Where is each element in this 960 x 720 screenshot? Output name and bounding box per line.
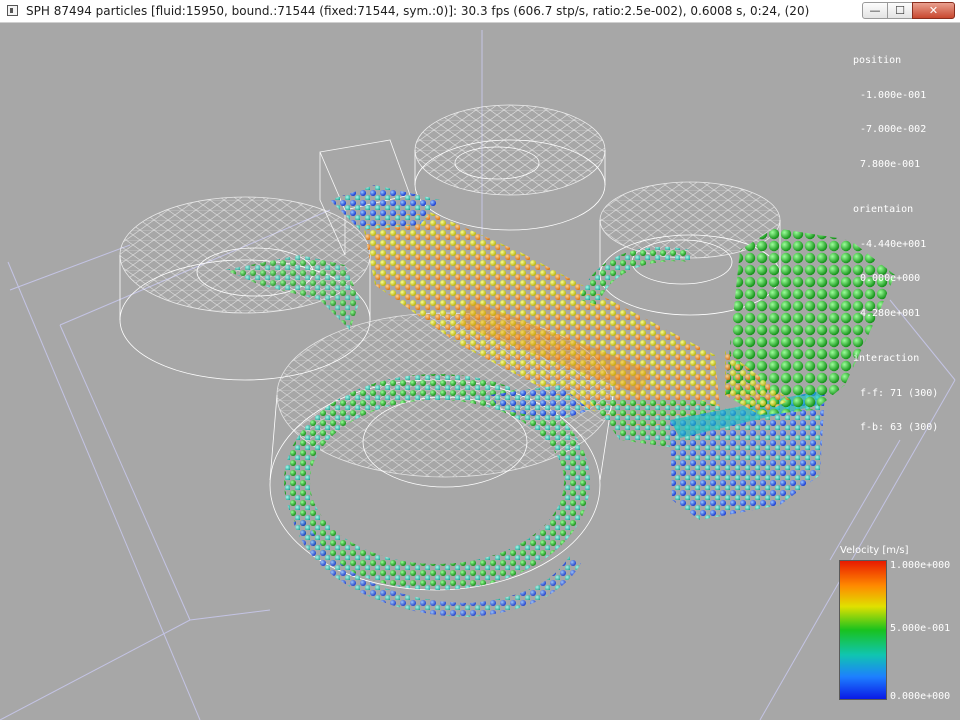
- maximize-button[interactable]: ☐: [887, 2, 913, 19]
- orientation-label: orientaion: [853, 204, 914, 215]
- orientation-x: -4.440e+001: [860, 238, 927, 250]
- legend-mid-label: 5.000e-001: [890, 623, 951, 634]
- application-window: SPH 87494 particles [fluid:15950, bound.…: [0, 0, 960, 720]
- interaction-fb: f-b: 63 (300): [860, 422, 939, 433]
- close-icon: ✕: [928, 4, 939, 17]
- velocity-colorbar: [839, 560, 887, 700]
- legend-title: Velocity [m/s]: [840, 545, 909, 556]
- window-title: SPH 87494 particles [fluid:15950, bound.…: [26, 4, 810, 18]
- maximize-icon: ☐: [895, 4, 905, 17]
- simulation-viewport[interactable]: position -1.000e-001 -7.000e-002 7.800e-…: [0, 23, 960, 720]
- minimize-button[interactable]: —: [862, 2, 888, 19]
- legend-max-label: 1.000e+000: [890, 560, 951, 571]
- simulation-scene[interactable]: [0, 23, 960, 720]
- orientation-z: 4.280e+001: [860, 307, 921, 319]
- position-label: position: [853, 55, 902, 66]
- camera-info-panel: position -1.000e-001 -7.000e-002 7.800e-…: [853, 32, 938, 457]
- interaction-label: interaction: [853, 353, 920, 364]
- app-icon[interactable]: [7, 5, 18, 16]
- legend-min-label: 0.000e+000: [890, 691, 951, 702]
- position-z: 7.800e-001: [860, 158, 921, 170]
- title-bar[interactable]: SPH 87494 particles [fluid:15950, bound.…: [0, 0, 960, 23]
- close-button[interactable]: ✕: [912, 2, 955, 19]
- container-top: [414, 104, 606, 231]
- interaction-ff: f-f: 71 (300): [860, 387, 939, 399]
- orientation-y: 0.000e+000: [860, 273, 921, 284]
- position-x: -1.000e-001: [860, 89, 927, 101]
- minimize-icon: —: [869, 4, 881, 17]
- position-y: -7.000e-002: [860, 124, 927, 135]
